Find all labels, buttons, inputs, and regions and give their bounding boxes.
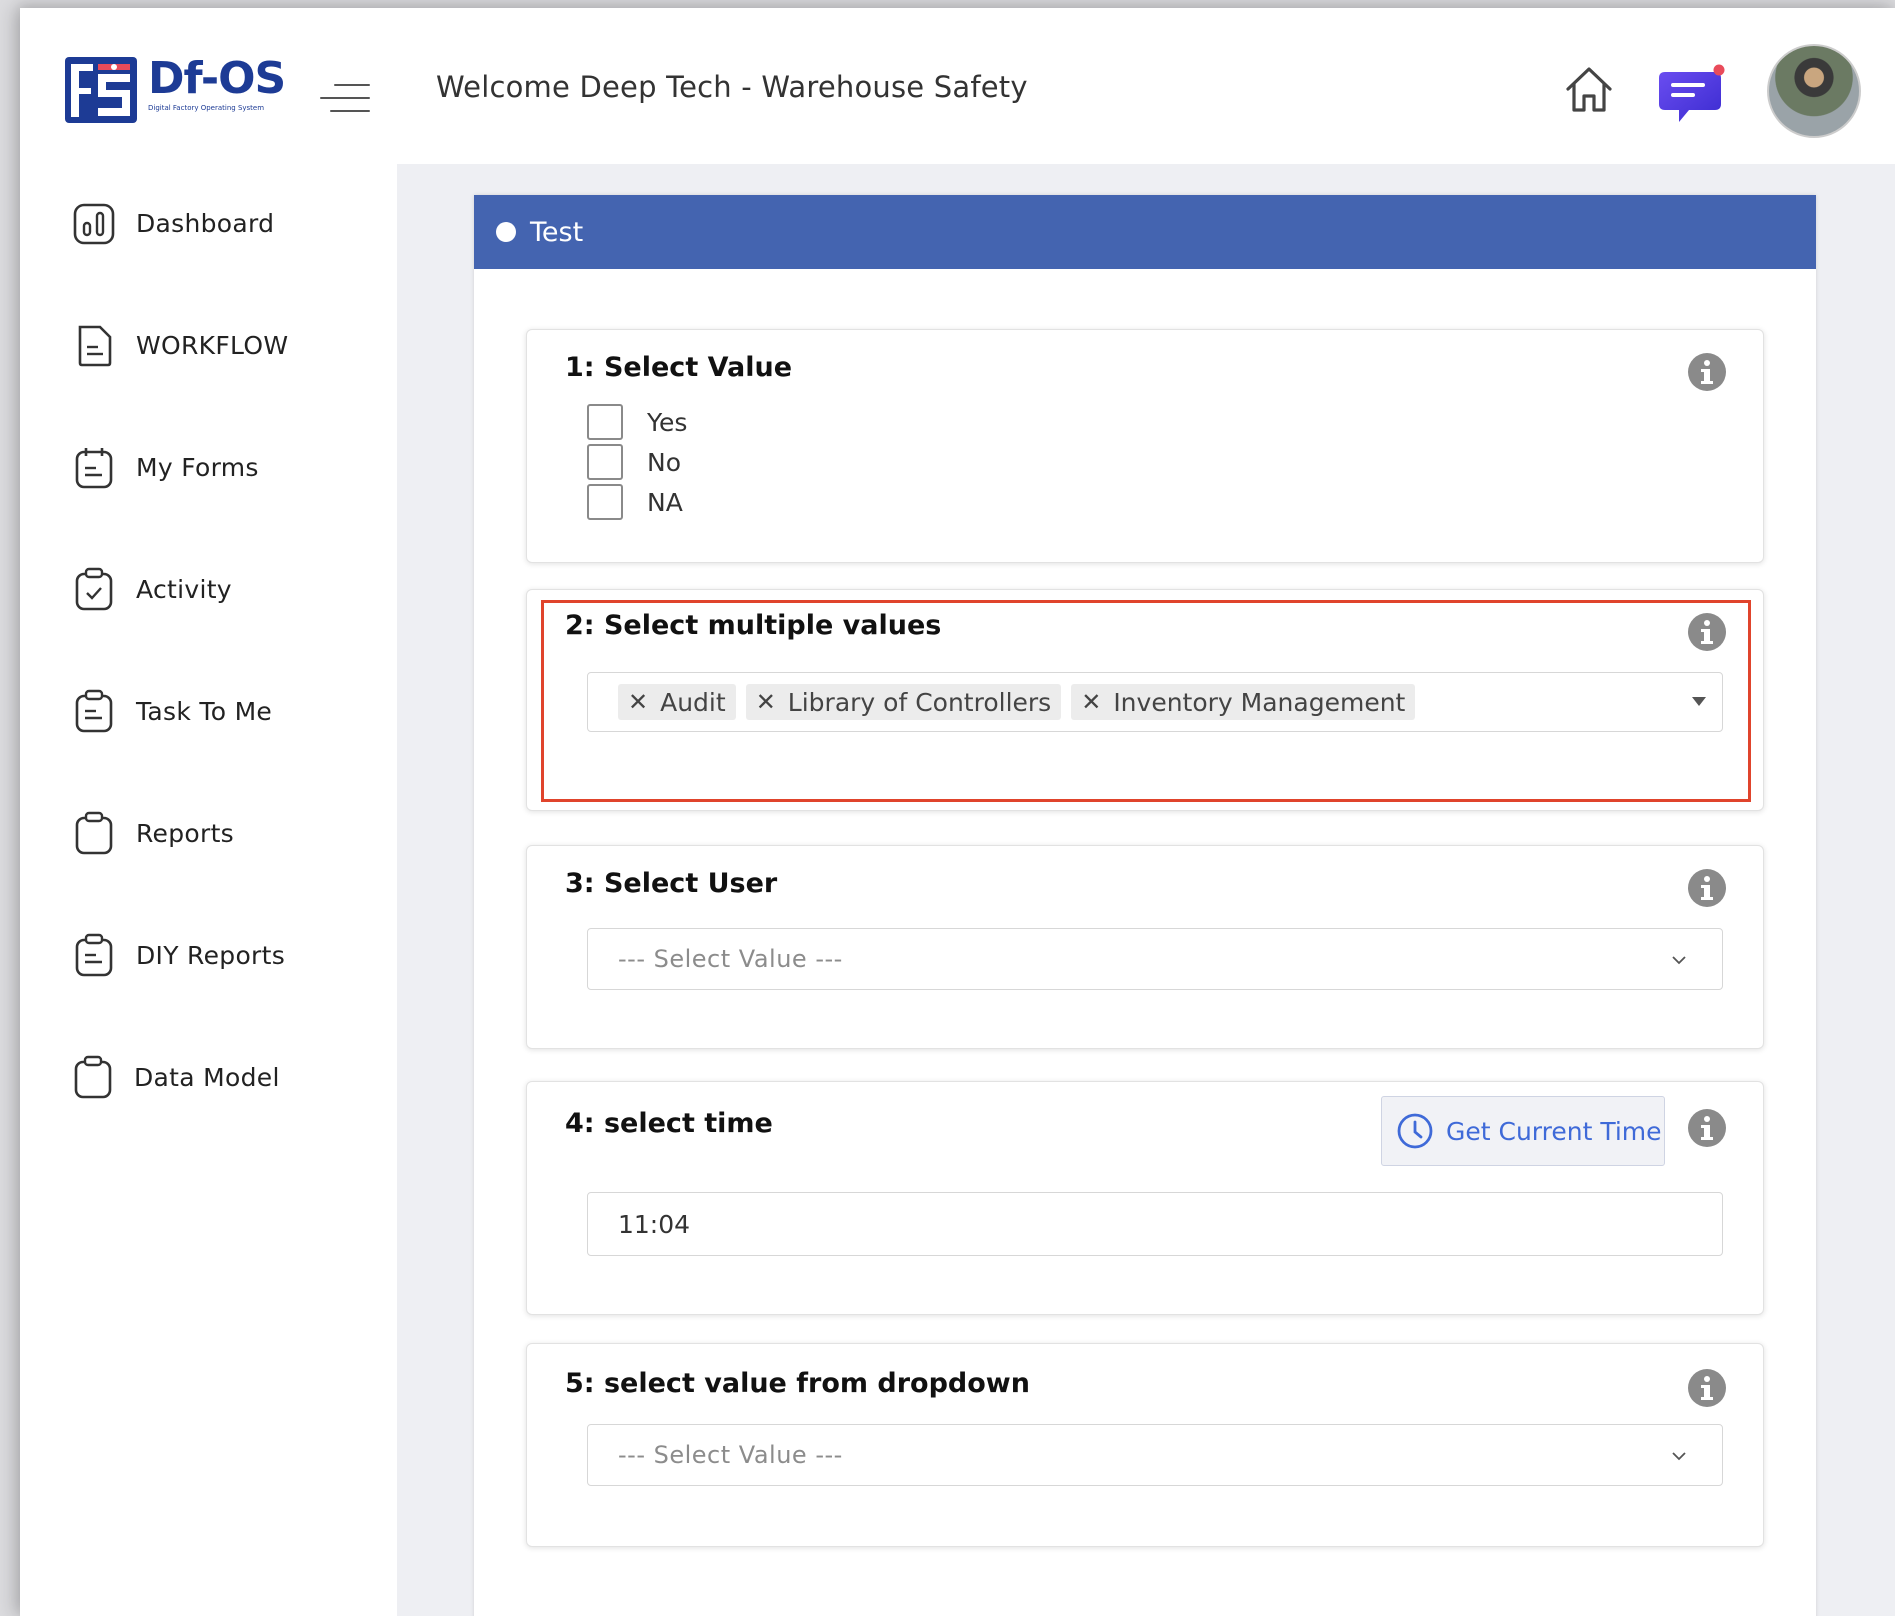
sidebar-item-label: DIY Reports: [136, 940, 286, 970]
checkbox-option-na[interactable]: NA: [587, 484, 683, 520]
clock-icon: [1397, 1113, 1433, 1149]
logo[interactable]: Df-OS Digital Factory Operating System: [64, 53, 286, 124]
data-model-icon: [74, 1055, 112, 1099]
get-current-time-button[interactable]: Get Current Time: [1381, 1096, 1665, 1166]
info-icon[interactable]: [1687, 868, 1727, 908]
checkbox-label: Yes: [647, 407, 688, 437]
checkbox[interactable]: [587, 404, 623, 440]
multi-select-field[interactable]: ✕ Audit ✕ Library of Controllers ✕ Inven…: [587, 672, 1723, 732]
info-icon[interactable]: [1687, 1368, 1727, 1408]
logo-title: Df-OS: [148, 53, 286, 104]
notification-dot: [1713, 64, 1725, 76]
button-label: Get Current Time: [1446, 1116, 1662, 1146]
logo-subtitle: Digital Factory Operating System: [148, 104, 265, 112]
remove-chip-icon[interactable]: ✕: [1081, 688, 1101, 716]
chevron-down-icon: [1672, 956, 1686, 965]
sidebar: Df-OS Digital Factory Operating System D…: [20, 8, 397, 1616]
checkbox-option-no[interactable]: No: [587, 444, 681, 480]
time-input[interactable]: [587, 1192, 1723, 1256]
hamburger-line: [320, 97, 370, 99]
menu-toggle-button[interactable]: [320, 80, 370, 116]
sidebar-item-label: WORKFLOW: [136, 330, 289, 360]
sidebar-item-label: Activity: [136, 574, 232, 604]
question-card-5: 5: select value from dropdown --- Select…: [526, 1343, 1764, 1547]
value-dropdown[interactable]: --- Select Value ---: [587, 1424, 1723, 1486]
form-title: Test: [530, 216, 584, 248]
question-title: 2: Select multiple values: [565, 610, 942, 641]
sidebar-item-activity[interactable]: Activity: [72, 559, 372, 619]
info-icon[interactable]: [1687, 612, 1727, 652]
select-placeholder: --- Select Value ---: [618, 1441, 843, 1469]
chip-label: Inventory Management: [1113, 687, 1406, 717]
sidebar-item-label: Dashboard: [136, 208, 275, 238]
sidebar-item-label: My Forms: [136, 452, 259, 482]
question-card-3: 3: Select User --- Select Value ---: [526, 845, 1764, 1049]
chat-icon[interactable]: [1657, 64, 1727, 130]
forms-icon: [75, 448, 113, 489]
question-title: 1: Select Value: [565, 352, 793, 383]
question-card-4: 4: select time Get Current Time: [526, 1081, 1764, 1315]
diy-reports-icon: [75, 933, 113, 977]
selected-chip: ✕ Inventory Management: [1071, 684, 1416, 720]
question-title: 4: select time: [565, 1108, 773, 1139]
question-card-2: 2: Select multiple values ✕ Audit ✕ Libr…: [526, 589, 1764, 811]
checkbox-option-yes[interactable]: Yes: [587, 404, 687, 440]
avatar[interactable]: [1767, 44, 1861, 138]
remove-chip-icon[interactable]: ✕: [628, 688, 648, 716]
sidebar-item-workflow[interactable]: WORKFLOW: [72, 315, 372, 375]
user-select[interactable]: --- Select Value ---: [587, 928, 1723, 990]
question-title: 3: Select User: [565, 868, 778, 899]
selected-chip: ✕ Library of Controllers: [745, 684, 1062, 720]
hamburger-line: [330, 110, 370, 112]
form-status-dot: [496, 222, 516, 242]
logo-mark-icon: [65, 57, 137, 123]
dashboard-icon: [73, 203, 115, 245]
workflow-icon: [78, 325, 112, 367]
select-placeholder: --- Select Value ---: [618, 945, 843, 973]
reports-icon: [75, 811, 113, 855]
chevron-down-icon: [1672, 1452, 1686, 1461]
top-header: Welcome Deep Tech - Warehouse Safety: [397, 8, 1895, 164]
task-icon: [75, 689, 113, 733]
sidebar-item-label: Task To Me: [136, 696, 273, 726]
page-title: Welcome Deep Tech - Warehouse Safety: [436, 70, 1028, 104]
question-title: 5: select value from dropdown: [565, 1368, 1030, 1399]
checkbox-label: NA: [647, 487, 683, 517]
app-window: Df-OS Digital Factory Operating System D…: [20, 8, 1895, 1616]
question-card-1: 1: Select Value Yes No NA: [526, 329, 1764, 563]
activity-icon: [75, 567, 113, 611]
sidebar-item-data-model[interactable]: Data Model: [72, 1047, 372, 1107]
selected-chip: ✕ Audit: [618, 684, 736, 720]
sidebar-item-label: Reports: [136, 818, 234, 848]
remove-chip-icon[interactable]: ✕: [756, 688, 776, 716]
form-card: Test 1: Select Value Yes No NA 2: Select…: [474, 195, 1816, 1616]
checkbox[interactable]: [587, 484, 623, 520]
info-icon[interactable]: [1687, 352, 1727, 392]
hamburger-line: [334, 84, 370, 86]
info-icon[interactable]: [1687, 1108, 1727, 1148]
caret-down-icon[interactable]: [1692, 697, 1706, 706]
sidebar-item-diy-reports[interactable]: DIY Reports: [72, 925, 372, 985]
sidebar-item-my-forms[interactable]: My Forms: [72, 437, 372, 497]
sidebar-item-dashboard[interactable]: Dashboard: [72, 193, 372, 253]
sidebar-item-reports[interactable]: Reports: [72, 803, 372, 863]
sidebar-item-label: Data Model: [134, 1062, 280, 1092]
checkbox-label: No: [647, 447, 681, 477]
sidebar-item-task-to-me[interactable]: Task To Me: [72, 681, 372, 741]
checkbox[interactable]: [587, 444, 623, 480]
chip-label: Library of Controllers: [787, 687, 1052, 717]
chip-label: Audit: [660, 687, 726, 717]
form-header: Test: [474, 195, 1816, 269]
home-icon[interactable]: [1562, 63, 1616, 117]
